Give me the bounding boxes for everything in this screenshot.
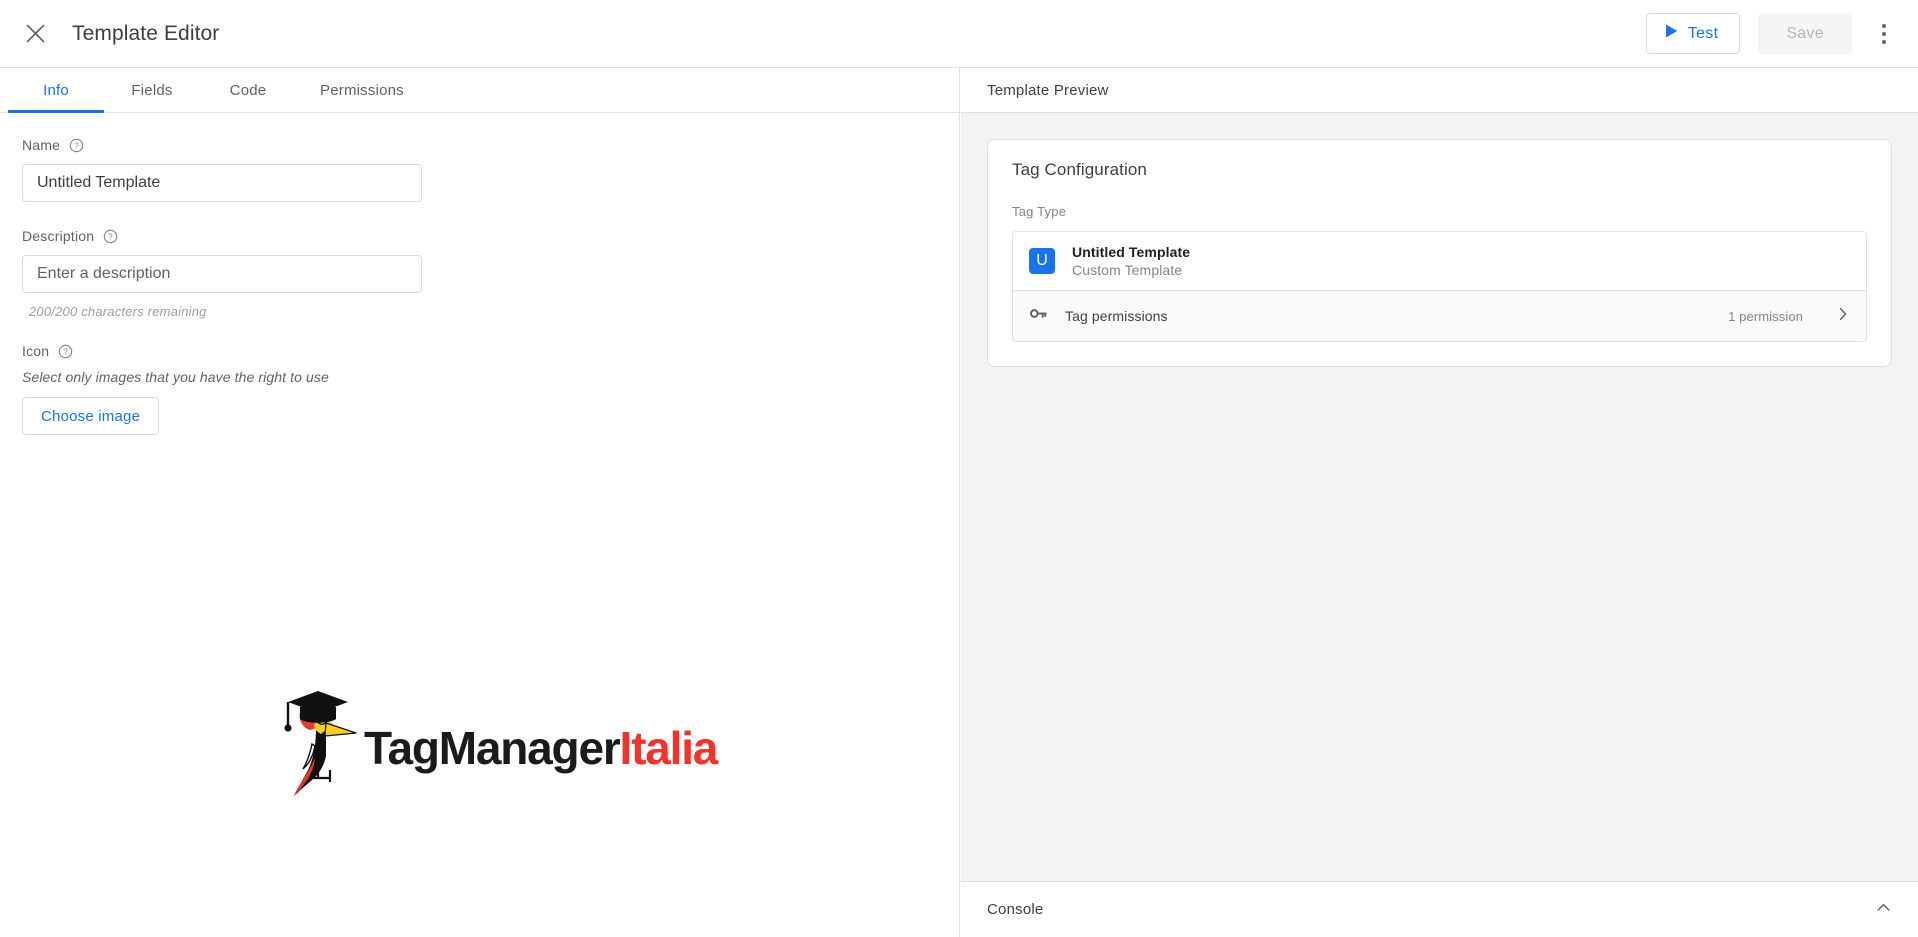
play-icon — [1664, 23, 1679, 44]
choose-image-button[interactable]: Choose image — [22, 397, 160, 435]
console-label: Console — [987, 901, 1044, 918]
more-dot — [1882, 23, 1886, 28]
more-dot — [1882, 31, 1886, 36]
tab-label: Permissions — [320, 81, 404, 99]
help-circle-icon[interactable]: ? — [69, 138, 84, 153]
woodpecker-graduate-icon — [272, 686, 358, 809]
test-button-label: Test — [1687, 24, 1719, 42]
template-preview-pane: Template Preview Tag Configuration Tag T… — [961, 68, 1918, 937]
more-vert-icon[interactable] — [1864, 14, 1904, 54]
logo-text-primary: TagManager — [364, 721, 621, 774]
tab-code[interactable]: Code — [200, 68, 296, 112]
tab-fields[interactable]: Fields — [104, 68, 200, 112]
info-form: Name ? Description ? 200/200 characters … — [0, 113, 959, 435]
tab-label: Info — [43, 81, 69, 99]
editor-tabs: Info Fields Code Permissions — [0, 68, 959, 113]
tag-type-texts: Untitled Template Custom Template — [1072, 244, 1190, 278]
name-label-text: Name — [22, 137, 61, 153]
name-field-label: Name ? — [22, 137, 959, 153]
tag-permissions-count: 1 permission — [1728, 308, 1803, 324]
character-counter: 200/200 characters remaining — [29, 304, 207, 319]
svg-text:?: ? — [74, 141, 79, 150]
template-name-input[interactable] — [22, 164, 422, 202]
tag-type-subtitle: Custom Template — [1072, 262, 1183, 278]
tab-label: Fields — [131, 81, 173, 99]
tag-configuration-card: Tag Configuration Tag Type U Untitled Te… — [987, 139, 1892, 367]
console-bar[interactable]: Console — [961, 881, 1918, 937]
tab-label: Code — [229, 81, 267, 99]
logo-wordmark: TagManagerItalia — [364, 721, 719, 774]
help-circle-icon[interactable]: ? — [103, 229, 118, 244]
tag-type-label: Tag Type — [1012, 204, 1067, 219]
tab-permissions[interactable]: Permissions — [296, 68, 428, 112]
help-circle-icon[interactable]: ? — [58, 344, 73, 359]
description-field-label: Description ? — [22, 228, 959, 244]
tag-type-name: Untitled Template — [1072, 244, 1191, 260]
template-description-input[interactable] — [22, 255, 422, 293]
template-avatar-icon: U — [1029, 248, 1055, 274]
more-dot — [1882, 39, 1886, 44]
tag-configuration-title: Tag Configuration — [1012, 160, 1147, 179]
key-icon — [1029, 304, 1048, 328]
svg-text:?: ? — [108, 232, 113, 241]
tag-permissions-row[interactable]: Tag permissions 1 permission — [1013, 290, 1866, 341]
icon-hint-text: Select only images that you have the rig… — [22, 369, 329, 385]
chevron-right-icon[interactable] — [1836, 307, 1850, 326]
page-title: Template Editor — [72, 21, 220, 45]
tagmanageritalia-logo: TagManagerItalia — [272, 686, 719, 809]
tab-info[interactable]: Info — [8, 68, 104, 113]
svg-text:?: ? — [63, 347, 68, 356]
chevron-up-icon[interactable] — [1875, 899, 1892, 921]
preview-body: Tag Configuration Tag Type U Untitled Te… — [961, 113, 1918, 881]
preview-header: Template Preview — [961, 68, 1918, 113]
save-button[interactable]: Save — [1758, 13, 1852, 54]
description-label-text: Description — [22, 228, 95, 244]
topbar-actions: Test Save — [1645, 13, 1918, 54]
editor-left-pane: Info Fields Code Permissions Name ? Desc… — [0, 68, 960, 937]
icon-label-text: Icon — [22, 343, 50, 359]
icon-field-label: Icon ? — [22, 343, 959, 359]
top-app-bar: Template Editor Test Save — [0, 0, 1918, 68]
tag-type-row[interactable]: U Untitled Template Custom Template — [1013, 232, 1866, 290]
tag-permissions-label: Tag permissions — [1065, 308, 1168, 324]
logo-text-secondary: Italia — [619, 721, 719, 774]
tag-type-box: U Untitled Template Custom Template Tag … — [1012, 231, 1867, 342]
test-button[interactable]: Test — [1645, 13, 1741, 54]
close-icon[interactable] — [18, 17, 52, 51]
